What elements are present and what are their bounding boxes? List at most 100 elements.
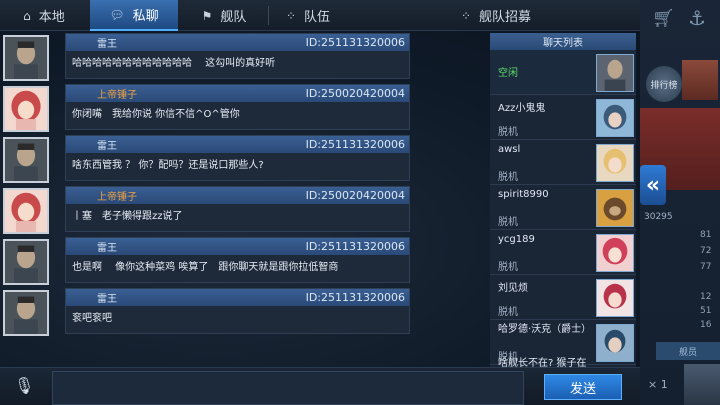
contact-name: 刘见烦 [498,283,528,294]
stat-value: 77 [700,262,712,272]
stat-value: 51 [700,306,712,316]
tab-fleet-recruit-label: 舰队招募 [479,10,532,25]
microphone-icon[interactable]: 🎙︎ [14,376,34,398]
stat-value: 81 [700,230,712,240]
message-bubble: 雷王 ID:251131320006 哈哈哈哈哈哈哈哈哈哈哈哈 这勾叫的真好听 [65,33,410,79]
soldier-portrait-icon [5,292,47,334]
tab-team-label: 队伍 [304,10,331,25]
tab-private-label: 私聊 [132,9,159,24]
player-id-fragment: 30295 [644,212,673,222]
contact-status: 脱机 [498,307,518,318]
collapse-chat-button[interactable]: « [640,165,666,205]
tab-fleet-recruit[interactable]: ⁘ 舰队招募 [446,0,546,31]
sender-id: ID:251131320006 [305,138,405,151]
sender-avatar[interactable] [3,188,49,234]
message-header: 雷王 ID:251131320006 [66,238,409,255]
commander-portrait[interactable] [682,60,718,100]
message-bubble: 雷王 ID:251131320006 也是啊 像你这种菜鸡 唉算了 跟你聊天就是… [65,237,410,283]
message-bubble: 上帝锤子 ID:250020420004 你闭嘴 我给你说 你信不信^O^管你 [65,84,410,130]
message-text: 衮吧衮吧 [72,313,112,324]
stat-value: 12 [700,292,712,302]
soldier-portrait-icon [5,241,47,283]
contact-avatar [596,324,634,362]
player-avatar[interactable] [684,364,720,405]
sender-id: ID:250020420004 [305,87,405,100]
contact-avatar [596,99,634,137]
sender-avatar[interactable] [3,290,49,336]
sender-name[interactable]: 雷王 [97,290,117,305]
send-button[interactable]: 发送 [544,374,622,400]
contact-status: 脱机 [498,217,518,228]
contact-status: 脱机 [498,262,518,273]
message-header: 雷王 ID:251131320006 [66,289,409,306]
chat-bubble-icon: 💬︎ [109,7,125,22]
chat-list-item[interactable]: 空闲 [490,50,636,95]
message-row: 雷王 ID:251131320006 啥东西管我 ？ 你？配吗？还是说口那些人? [0,133,488,184]
leaderboard-button[interactable]: 排行榜 [646,66,682,102]
tab-private[interactable]: 💬︎ 私聊 [90,0,178,31]
message-row: 雷王 ID:251131320006 也是啊 像你这种菜鸡 唉算了 跟你聊天就是… [0,235,488,286]
tab-fleet-label: 舰队 [220,10,247,25]
double-chevron-left-icon: « [645,172,661,198]
sender-avatar[interactable] [3,137,49,183]
message-list[interactable]: 雷王 ID:251131320006 哈哈哈哈哈哈哈哈哈哈哈哈 这勾叫的真好听 … [0,31,488,367]
anchor-icon[interactable]: ⚓︎ [688,6,706,30]
chat-list-item[interactable]: ycg189 脱机 [490,230,636,275]
contact-avatar [596,54,634,92]
send-label: 发送 [569,381,596,397]
sender-id: ID:250020420004 [305,189,405,202]
contact-avatar [596,234,634,272]
chat-message-input[interactable] [52,371,524,405]
message-header: 雷王 ID:251131320006 [66,136,409,153]
contact-status: 空闲 [498,68,518,79]
tab-fleet[interactable]: ⚑ 舰队 [184,0,264,31]
soldier-portrait-icon [5,139,47,181]
contact-avatar [596,189,634,227]
contact-name: Azz小鬼鬼 [498,103,546,114]
contact-status: 脱机 [498,172,518,183]
crew-button[interactable]: 舰员 [656,342,720,360]
stat-value: 16 [700,320,712,330]
stat-value: 72 [700,246,712,256]
contact-name: spirit8990 [498,189,549,200]
message-text: 啥东西管我 ？ 你？配吗？还是说口那些人? [72,160,264,171]
soldier-portrait-icon [5,37,47,79]
sender-name[interactable]: 雷王 [97,239,117,254]
sender-avatar[interactable] [3,86,49,132]
message-text: 你闭嘴 我给你说 你信不信^O^管你 [72,109,240,120]
game-chat-screen: ⌂ 本地 💬︎ 私聊 ⚑ 舰队 ⁘ 队伍 ⁘ 舰队招募 雷王 ID:251131… [0,0,720,405]
chat-tab-bar: ⌂ 本地 💬︎ 私聊 ⚑ 舰队 ⁘ 队伍 ⁘ 舰队招募 [0,0,640,31]
game-side-panel: 🛒︎ ⚓︎ 排行榜 30295 81 72 77 12 51 16 « 舰员 ×… [640,0,720,405]
sender-id: ID:251131320006 [305,291,405,304]
contact-avatar [596,144,634,182]
team-icon: ⁘ [285,8,297,23]
sender-name[interactable]: 雷王 [97,35,117,50]
chat-list-item[interactable]: Azz小鬼鬼 脱机 [490,95,636,140]
message-row: 上帝锤子 ID:250020420004 丨塞 老子懒得跟zz说了 [0,184,488,235]
message-text: 也是啊 像你这种菜鸡 唉算了 跟你聊天就是跟你拉低智商 [72,262,339,273]
sender-id: ID:251131320006 [305,36,405,49]
anime-girl-portrait-icon [5,190,47,232]
sender-avatar[interactable] [3,239,49,285]
chat-list-title: 聊天列表 [490,33,636,50]
chat-list-item[interactable]: awsl 脱机 [490,140,636,185]
tab-local[interactable]: ⌂ 本地 [0,0,88,31]
chat-list-item[interactable]: 刘见烦 脱机 [490,275,636,320]
sender-name[interactable]: 雷王 [97,137,117,152]
contact-name: awsl [498,144,521,155]
message-row: 雷王 ID:251131320006 衮吧衮吧 [0,286,488,337]
chat-list-item[interactable]: spirit8990 脱机 [490,185,636,230]
contact-name: 哈罗德·沃克（爵士） [498,324,592,335]
message-bubble: 上帝锤子 ID:250020420004 丨塞 老子懒得跟zz说了 [65,186,410,232]
message-header: 上帝锤子 ID:250020420004 [66,187,409,204]
sender-id: ID:251131320006 [305,240,405,253]
sender-name[interactable]: 上帝锤子 [97,188,137,203]
message-row: 雷王 ID:251131320006 哈哈哈哈哈哈哈哈哈哈哈哈 这勾叫的真好听 [0,31,488,82]
home-icon: ⌂ [23,8,31,23]
tab-team[interactable]: ⁘ 队伍 [272,0,344,31]
shop-cart-icon[interactable]: 🛒︎ [652,8,675,29]
chat-list-panel[interactable]: 聊天列表 空闲 Azz小鬼鬼 脱机 awsl 脱机 spirit8990 脱机 … [490,33,636,369]
sender-name[interactable]: 上帝锤子 [97,86,137,101]
message-text: 丨塞 老子懒得跟zz说了 [72,211,183,222]
sender-avatar[interactable] [3,35,49,81]
